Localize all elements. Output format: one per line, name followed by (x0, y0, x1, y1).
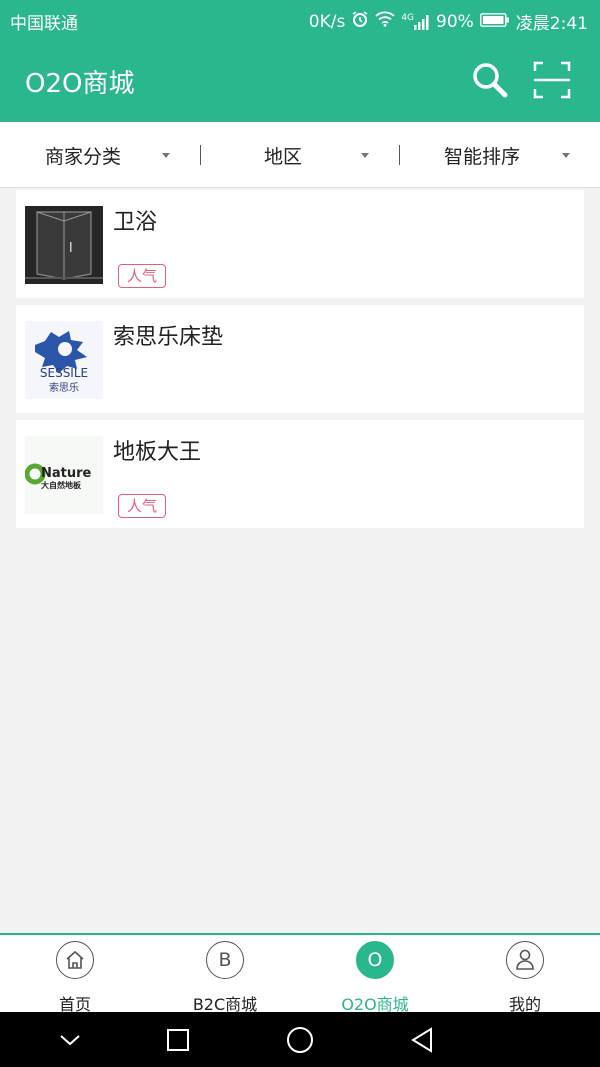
filter-sort[interactable]: 智能排序 (444, 122, 574, 188)
alarm-icon (351, 10, 369, 33)
battery-percent: 90% (436, 11, 474, 32)
user-icon (506, 941, 544, 979)
sessile-logo-text: SESSILE (40, 366, 88, 380)
signal-icon: 4G (401, 12, 430, 30)
scan-icon[interactable] (532, 60, 572, 100)
app-bar: O2O商城 (0, 38, 600, 122)
tab-home[interactable]: 首页 (0, 935, 150, 1014)
tab-o2o[interactable]: O O2O商城 (300, 935, 450, 1014)
tab-b2c[interactable]: B B2C商城 (150, 935, 300, 1014)
back-triangle-icon[interactable] (406, 1024, 438, 1056)
store-name: 地板大王 (113, 440, 202, 465)
back-chevron-icon[interactable] (54, 1024, 86, 1056)
sessile-logo-subtext: 索思乐 (49, 381, 79, 394)
android-nav-bar (0, 1012, 600, 1067)
network-speed: 0K/s (308, 11, 346, 32)
store-name: 索思乐床垫 (113, 325, 224, 350)
store-card[interactable]: 卫浴 人气 (16, 190, 584, 298)
recents-icon[interactable] (162, 1024, 194, 1056)
b-icon: B (206, 941, 244, 979)
filter-sort-label: 智能排序 (444, 145, 521, 168)
filter-category-label: 商家分类 (45, 145, 122, 168)
popular-badge: 人气 (118, 494, 167, 518)
tab-mine[interactable]: 我的 (450, 935, 600, 1014)
filter-divider (399, 145, 400, 165)
filter-divider (200, 145, 201, 165)
filter-category[interactable]: 商家分类 (45, 122, 175, 188)
bottom-tab-bar: 首页 B B2C商城 O O2O商城 我的 (0, 933, 600, 1014)
o-icon: O (356, 941, 394, 979)
nature-logo-subtext: 大自然地板 (41, 480, 82, 490)
store-name: 卫浴 (113, 210, 158, 235)
search-icon[interactable] (470, 60, 510, 100)
store-thumbnail: SESSILE 索思乐 (25, 321, 103, 399)
store-thumbnail (25, 206, 103, 284)
chevron-down-icon (162, 153, 170, 158)
popular-badge: 人气 (118, 264, 167, 288)
store-thumbnail: Nature 大自然地板 (25, 436, 103, 514)
filter-region-label: 地区 (264, 145, 303, 168)
store-card[interactable]: SESSILE 索思乐 索思乐床垫 (16, 305, 584, 413)
store-card[interactable]: Nature 大自然地板 地板大王 人气 (16, 420, 584, 528)
signal-type: 4G (401, 12, 415, 23)
status-bar: 中国联通 0K/s 4G 90% 凌晨2:41 (0, 0, 600, 38)
filter-region[interactable]: 地区 (264, 122, 374, 188)
battery-icon (479, 12, 510, 32)
chevron-down-icon (361, 153, 369, 158)
chevron-down-icon (562, 153, 570, 158)
filter-bar: 商家分类 地区 智能排序 (0, 122, 600, 188)
wifi-icon (375, 11, 395, 32)
carrier-label: 中国联通 (10, 14, 78, 34)
home-icon (56, 941, 94, 979)
home-circle-icon[interactable] (284, 1024, 316, 1056)
page-title: O2O商城 (25, 69, 135, 99)
clock: 凌晨2:41 (515, 14, 588, 34)
nature-logo-text: Nature (41, 466, 92, 481)
